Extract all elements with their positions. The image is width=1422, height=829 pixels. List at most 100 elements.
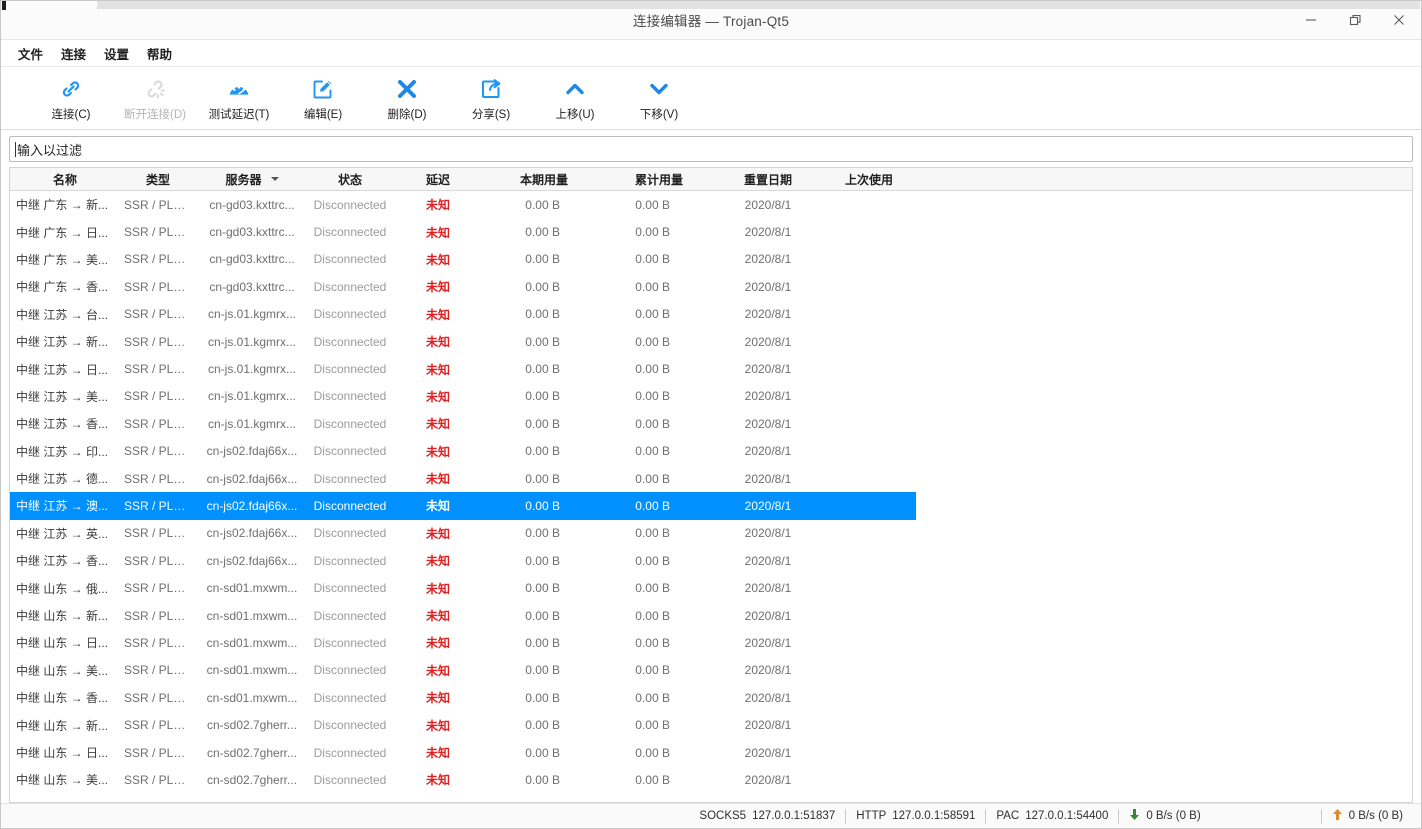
table-row[interactable]: 中继 山东 → 美...SSR / PLAINcn-sd02.7gherr...… bbox=[10, 766, 1412, 793]
cell-total_usage: 0.00 B bbox=[604, 547, 714, 574]
test-latency-button[interactable]: 测试延迟(T) bbox=[197, 73, 281, 122]
cell-reset_date: 2020/8/1 bbox=[714, 383, 822, 410]
disconnect-button[interactable]: 断开连接(D) bbox=[113, 73, 197, 122]
cell-reset_date: 2020/8/1 bbox=[714, 684, 822, 711]
cell-server: cn-js.01.kgmrx... bbox=[196, 301, 308, 328]
cell-status: Disconnected bbox=[308, 684, 392, 711]
table-row[interactable]: 中继 江苏 → 台...SSR / PLAINcn-js.01.kgmrx...… bbox=[10, 301, 1412, 328]
cell-period_usage: 0.00 B bbox=[484, 739, 604, 766]
table-row[interactable]: 中继 江苏 → 英...SSR / PLAINcn-js02.fdaj66x..… bbox=[10, 520, 1412, 547]
cell-latency: 未知 bbox=[392, 191, 484, 219]
cell-period_usage: 0.00 B bbox=[484, 191, 604, 219]
cell-name: 中继 广东 → 香... bbox=[10, 273, 120, 300]
cell-name: 中继 广东 → 新... bbox=[10, 191, 120, 219]
cell-period_usage: 0.00 B bbox=[484, 438, 604, 465]
broken-link-icon bbox=[143, 76, 167, 102]
table-row[interactable]: 中继 江苏 → 美...SSR / PLAINcn-js.01.kgmrx...… bbox=[10, 383, 1412, 410]
cell-server: cn-js.01.kgmrx... bbox=[196, 383, 308, 410]
table-row[interactable]: 中继 广东 → 美...SSR / PLAINcn-gd03.kxttrc...… bbox=[10, 246, 1412, 273]
minimize-button[interactable] bbox=[1289, 1, 1333, 39]
cell-name: 中继 江苏 → 新... bbox=[10, 328, 120, 355]
column-header-reset-date[interactable]: 重置日期 bbox=[714, 168, 822, 191]
menu-item-file[interactable]: 文件 bbox=[9, 41, 52, 66]
download-speed-value: 0 B/s (0 B) bbox=[1146, 810, 1200, 822]
cell-period_usage: 0.00 B bbox=[484, 684, 604, 711]
column-header-server[interactable]: 服务器 bbox=[196, 168, 308, 191]
table-row[interactable]: 中继 江苏 → 德...SSR / PLAINcn-js02.fdaj66x..… bbox=[10, 465, 1412, 492]
restore-button[interactable] bbox=[1333, 1, 1377, 39]
menu-item-help[interactable]: 帮助 bbox=[138, 41, 181, 66]
cell-period_usage: 0.00 B bbox=[484, 218, 604, 245]
table-row[interactable]: 中继 山东 → 日...SSR / PLAINcn-sd02.7gherr...… bbox=[10, 739, 1412, 766]
table-row[interactable]: 中继 江苏 → 印...SSR / PLAINcn-js02.fdaj66x..… bbox=[10, 438, 1412, 465]
cell-server: cn-sd01.mxwm... bbox=[196, 657, 308, 684]
menu-item-settings[interactable]: 设置 bbox=[95, 41, 138, 66]
cell-period_usage: 0.00 B bbox=[484, 574, 604, 601]
table-row[interactable]: 中继 山东 → 日...SSR / PLAINcn-sd01.mxwm...Di… bbox=[10, 629, 1412, 656]
column-header-period-usage[interactable]: 本期用量 bbox=[484, 168, 604, 191]
table-row[interactable]: 中继 江苏 → 香...SSR / PLAINcn-js02.fdaj66x..… bbox=[10, 547, 1412, 574]
cell-type: SSR / PLAIN bbox=[120, 246, 196, 273]
cell-total_usage: 0.00 B bbox=[604, 328, 714, 355]
cell-name: 中继 江苏 → 澳... bbox=[10, 492, 120, 519]
move-up-button[interactable]: 上移(U) bbox=[533, 73, 617, 122]
table-row[interactable]: 中继 广东 → 香...SSR / PLAINcn-gd03.kxttrc...… bbox=[10, 273, 1412, 300]
cell-latency: 未知 bbox=[392, 328, 484, 355]
cell-status: Disconnected bbox=[308, 766, 392, 793]
cell-total_usage: 0.00 B bbox=[604, 574, 714, 601]
cell-server: cn-sd02.7gherr... bbox=[196, 766, 308, 793]
table-row[interactable]: 中继 江苏 → 澳...SSR / PLAINcn-js02.fdaj66x..… bbox=[10, 492, 1412, 519]
table-row[interactable]: 中继 山东 → 新...SSR / PLAINcn-sd01.mxwm...Di… bbox=[10, 602, 1412, 629]
cell-total_usage: 0.00 B bbox=[604, 492, 714, 519]
cell-reset_date: 2020/8/1 bbox=[714, 657, 822, 684]
table-row[interactable]: 中继 广东 → 新...SSR / PLAINcn-gd03.kxttrc...… bbox=[10, 191, 1412, 219]
cell-name: 中继 山东 → 日... bbox=[10, 739, 120, 766]
cell-latency: 未知 bbox=[392, 574, 484, 601]
column-header-type[interactable]: 类型 bbox=[120, 168, 196, 191]
cell-last_used bbox=[822, 191, 916, 219]
cell-last_used bbox=[822, 492, 916, 519]
cell-name: 中继 广东 → 美... bbox=[10, 246, 120, 273]
cell-total_usage: 0.00 B bbox=[604, 246, 714, 273]
connect-button[interactable]: 连接(C) bbox=[29, 73, 113, 122]
table-row[interactable]: 中继 山东 → 香...SSR / PLAINcn-sd01.mxwm...Di… bbox=[10, 684, 1412, 711]
cell-reset_date: 2020/8/1 bbox=[714, 246, 822, 273]
filter-input[interactable]: 输入以过滤 bbox=[9, 136, 1413, 162]
cell-name: 中继 江苏 → 香... bbox=[10, 547, 120, 574]
move-down-button[interactable]: 下移(V) bbox=[617, 73, 701, 122]
column-header-total-usage[interactable]: 累计用量 bbox=[604, 168, 714, 191]
cell-server: cn-js02.fdaj66x... bbox=[196, 520, 308, 547]
cell-status: Disconnected bbox=[308, 492, 392, 519]
cell-reset_date: 2020/8/1 bbox=[714, 191, 822, 219]
socks5-status: SOCKS5 127.0.0.1:51837 bbox=[689, 809, 845, 824]
cell-period_usage: 0.00 B bbox=[484, 410, 604, 437]
column-header-last-used[interactable]: 上次使用 bbox=[822, 168, 916, 191]
column-header-name[interactable]: 名称 bbox=[10, 168, 120, 191]
title-bar: 连接编辑器 — Trojan-Qt5 bbox=[1, 1, 1421, 40]
delete-button[interactable]: 删除(D) bbox=[365, 73, 449, 122]
share-button[interactable]: 分享(S) bbox=[449, 73, 533, 122]
table-row[interactable]: 中继 山东 → 美...SSR / PLAINcn-sd01.mxwm...Di… bbox=[10, 657, 1412, 684]
edit-button[interactable]: 编辑(E) bbox=[281, 73, 365, 122]
table-row[interactable]: 中继 山东 → 新...SSR / PLAINcn-sd02.7gherr...… bbox=[10, 711, 1412, 738]
cell-period_usage: 0.00 B bbox=[484, 520, 604, 547]
cell-name: 中继 广东 → 日... bbox=[10, 218, 120, 245]
cell-latency: 未知 bbox=[392, 711, 484, 738]
column-header-status[interactable]: 状态 bbox=[308, 168, 392, 191]
close-button[interactable] bbox=[1377, 1, 1421, 39]
cell-status: Disconnected bbox=[308, 301, 392, 328]
cell-type: SSR / PLAIN bbox=[120, 520, 196, 547]
table-row[interactable]: 中继 江苏 → 香...SSR / PLAINcn-js.01.kgmrx...… bbox=[10, 410, 1412, 437]
column-header-latency[interactable]: 延迟 bbox=[392, 168, 484, 191]
table-row[interactable]: 中继 广东 → 日...SSR / PLAINcn-gd03.kxttrc...… bbox=[10, 218, 1412, 245]
table-row[interactable]: 中继 江苏 → 新...SSR / PLAINcn-js.01.kgmrx...… bbox=[10, 328, 1412, 355]
table-row[interactable]: 中继 江苏 → 日...SSR / PLAINcn-js.01.kgmrx...… bbox=[10, 355, 1412, 382]
cell-last_used bbox=[822, 684, 916, 711]
menu-item-connection[interactable]: 连接 bbox=[52, 41, 95, 66]
table-row[interactable]: 中继 山东 → 俄...SSR / PLAINcn-sd01.mxwm...Di… bbox=[10, 574, 1412, 601]
cell-last_used bbox=[822, 438, 916, 465]
cell-filler bbox=[916, 383, 1412, 410]
cross-icon bbox=[395, 76, 419, 102]
cell-type: SSR / PLAIN bbox=[120, 410, 196, 437]
cell-latency: 未知 bbox=[392, 246, 484, 273]
